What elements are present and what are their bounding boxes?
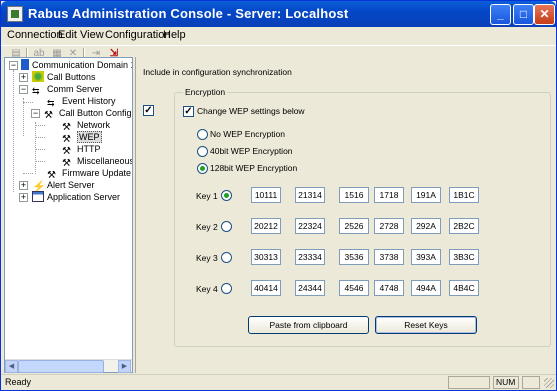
scrollbar-thumb[interactable] [18, 360, 104, 373]
domain-icon [21, 59, 29, 70]
key-3-label: Key 3 [196, 253, 218, 263]
key-1-field-5[interactable]: 191A [411, 187, 441, 203]
application-server-icon [32, 191, 44, 202]
key-4-field-1[interactable]: 40414 [251, 280, 281, 296]
key-3-field-2[interactable]: 23334 [295, 249, 325, 265]
key-4-radio[interactable] [221, 283, 232, 294]
expander-application-server[interactable]: + [19, 193, 28, 202]
key-4-field-2[interactable]: 24344 [295, 280, 325, 296]
navigation-tree: − Communication Domain 1 + Call Buttons … [4, 57, 133, 373]
expander-comm-server[interactable]: − [19, 85, 28, 94]
key-3-radio[interactable] [221, 252, 232, 263]
expander-call-buttons[interactable]: + [19, 73, 28, 82]
resize-grip[interactable] [544, 378, 554, 388]
menu-bar: Connection Edit View Configuration Help [1, 27, 556, 45]
wep-40bit-label: 40bit WEP Encryption [210, 146, 293, 156]
status-bar: Ready NUM [1, 374, 556, 390]
key-1-label: Key 1 [196, 191, 218, 201]
tree-item-firmware-update[interactable]: ⚒ Firmware Update : [47, 167, 132, 181]
tree-item-application-server[interactable]: Application Server [32, 191, 120, 203]
key-3-field-5[interactable]: 393A [411, 249, 441, 265]
menu-connection[interactable]: Connection [7, 29, 63, 41]
tree-item-domain[interactable]: Communication Domain 1 [21, 59, 132, 71]
wep-128bit-radio[interactable] [197, 163, 208, 174]
key-3-field-1[interactable]: 30313 [251, 249, 281, 265]
app-window: Rabus Administration Console - Server: L… [0, 0, 557, 391]
tree-item-call-buttons[interactable]: Call Buttons [32, 71, 96, 83]
key-1-field-4[interactable]: 1718 [374, 187, 404, 203]
key-1-field-6[interactable]: 1B1C [449, 187, 479, 203]
key-4-field-4[interactable]: 4748 [374, 280, 404, 296]
key-4-label: Key 4 [196, 284, 218, 294]
key-2-field-1[interactable]: 20212 [251, 218, 281, 234]
menu-configuration[interactable]: Configuration [105, 29, 170, 41]
scroll-right-icon[interactable]: ▶ [118, 360, 131, 373]
num-lock-indicator: NUM [493, 376, 519, 389]
key-2-radio[interactable] [221, 221, 232, 232]
expander-alert-server[interactable]: + [19, 181, 28, 190]
key-2-field-2[interactable]: 22324 [295, 218, 325, 234]
sync-checkbox[interactable]: ✓ [143, 105, 154, 116]
wep-128bit-label: 128bit WEP Encryption [210, 163, 298, 173]
change-wep-label: Change WEP settings below [197, 106, 305, 116]
no-wep-radio[interactable] [197, 129, 208, 140]
paste-from-clipboard-button[interactable]: Paste from clipboard [248, 316, 369, 334]
tree-item-network[interactable]: ⚒ Network [62, 119, 110, 133]
wep-settings-panel: Include in configuration synchronization… [135, 57, 556, 373]
reset-keys-button[interactable]: Reset Keys [375, 316, 477, 334]
status-cell-empty [448, 376, 490, 389]
wep-40bit-radio[interactable] [197, 146, 208, 157]
status-cell-scroll [522, 376, 540, 389]
tree-item-http[interactable]: ⚒ HTTP [62, 143, 101, 157]
key-1-field-3[interactable]: 1516 [339, 187, 369, 203]
encryption-title: Encryption [183, 87, 228, 97]
tree-item-alert-server[interactable]: ⚡Alert Server [32, 179, 95, 193]
tree-item-wep[interactable]: ⚒ WEP [62, 131, 102, 145]
key-2-label: Key 2 [196, 222, 218, 232]
menu-edit[interactable]: Edit [58, 29, 77, 41]
menu-view[interactable]: View [80, 29, 104, 41]
tree-item-event-history[interactable]: ⇆ Event History [47, 95, 116, 108]
key-1-field-1[interactable]: 10111 [251, 187, 281, 203]
close-button[interactable]: ✕ [534, 4, 555, 25]
tree-item-call-button-config[interactable]: ⚒ Call Button Config [44, 107, 132, 121]
key-1-field-2[interactable]: 21314 [295, 187, 325, 203]
title-bar[interactable]: Rabus Administration Console - Server: L… [1, 1, 556, 27]
key-2-field-6[interactable]: 2B2C [449, 218, 479, 234]
call-buttons-icon [32, 71, 44, 82]
key-1-radio[interactable] [221, 190, 232, 201]
key-2-field-5[interactable]: 292A [411, 218, 441, 234]
key-3-field-4[interactable]: 3738 [374, 249, 404, 265]
key-2-field-3[interactable]: 2526 [339, 218, 369, 234]
tree-horizontal-scrollbar[interactable]: ◀ ▶ [5, 359, 132, 373]
expander-call-button-config[interactable]: − [31, 109, 40, 118]
key-2-field-4[interactable]: 2728 [374, 218, 404, 234]
status-text: Ready [5, 377, 32, 387]
key-3-field-6[interactable]: 3B3C [449, 249, 479, 265]
app-icon [7, 6, 23, 22]
sync-label: Include in configuration synchronization [143, 67, 292, 77]
key-4-field-3[interactable]: 4546 [339, 280, 369, 296]
window-title: Rabus Administration Console - Server: L… [28, 6, 349, 21]
expander-domain[interactable]: − [9, 61, 18, 70]
change-wep-checkbox[interactable]: ✓ [183, 106, 194, 117]
minimize-button[interactable]: _ [490, 4, 511, 25]
tree-item-miscellaneous[interactable]: ⚒ Miscellaneous [62, 155, 132, 169]
key-4-field-6[interactable]: 4B4C [449, 280, 479, 296]
menu-help[interactable]: Help [163, 29, 186, 41]
tools-icon: ⚒ [44, 110, 53, 121]
scroll-left-icon[interactable]: ◀ [5, 360, 18, 373]
no-wep-label: No WEP Encryption [210, 129, 285, 139]
tree-item-comm-server[interactable]: ⇆ Comm Server [32, 83, 103, 96]
key-4-field-5[interactable]: 494A [411, 280, 441, 296]
comm-server-icon: ⇆ [32, 86, 40, 96]
maximize-button[interactable]: □ [513, 4, 534, 25]
encryption-groupbox: Encryption ✓ Change WEP settings below N… [174, 87, 551, 347]
key-3-field-3[interactable]: 3536 [339, 249, 369, 265]
